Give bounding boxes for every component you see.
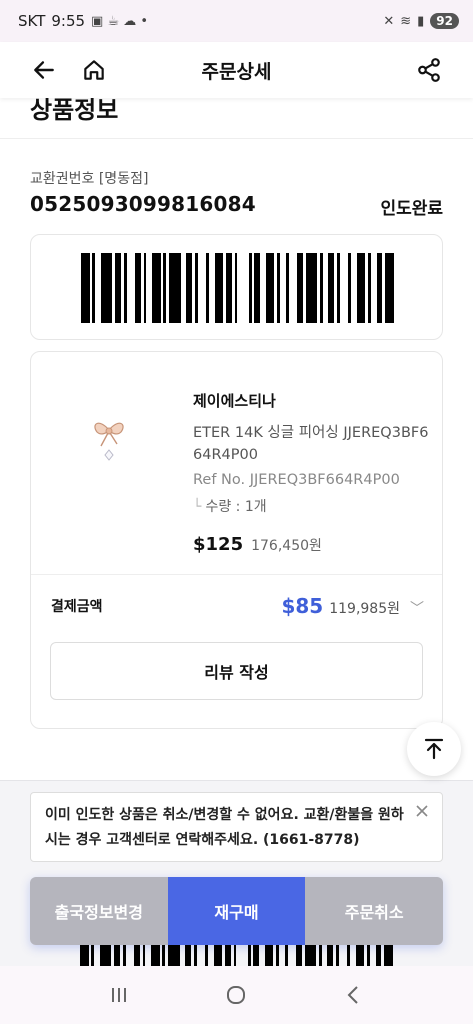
share-icon	[418, 58, 440, 82]
back-button[interactable]	[22, 48, 66, 92]
barcode-stripe	[198, 253, 207, 323]
barcode-peek	[80, 945, 393, 967]
back-nav-button[interactable]	[332, 973, 376, 1017]
corner-glyph: └	[193, 499, 202, 515]
write-review-button[interactable]: 리뷰 작성	[50, 642, 423, 700]
price-row: $125 176,450원	[193, 534, 322, 555]
barcode-stripe	[304, 945, 317, 967]
payment-label: 결제금액	[51, 599, 103, 615]
order-detail-content[interactable]: 상품정보 교환권번호 [명동점] 0525093099816084 인도완료 제…	[0, 98, 473, 780]
reorder-button[interactable]: 재구매	[167, 877, 306, 945]
product-name: ETER 14K 싱글 피어싱 JJEREQ3BF664R4P00	[193, 425, 429, 463]
barcode-stripe	[236, 945, 247, 967]
barcode-stripe	[127, 253, 136, 323]
app-header: 주문상세	[0, 42, 473, 98]
barcode-stripe	[81, 253, 90, 323]
product-quantity-row: └ 수량 : 1개	[193, 496, 267, 516]
action-bar: 출국정보변경 재구매 주문취소	[30, 877, 443, 945]
product-card: 제이에스티나 ETER 14K 싱글 피어싱 JJEREQ3BF664R4P00…	[30, 351, 443, 729]
payment-krw: 119,985원	[329, 601, 400, 617]
barcode-box	[30, 234, 443, 340]
close-icon[interactable]	[412, 801, 432, 821]
barcode-stripe	[80, 945, 89, 967]
barcode-stripe	[264, 945, 274, 967]
barcode-stripe	[339, 945, 348, 967]
barcode-stripe	[340, 253, 349, 323]
bottom-action-area: 이미 인도한 상품은 취소/변경할 수 없어요. 교환/환불을 원하시는 경우 …	[0, 780, 473, 967]
barcode-stripe	[356, 253, 366, 323]
payment-amount-toggle[interactable]: $85 119,985원 ﹀	[281, 594, 424, 618]
status-right: ✕ ≋ ▮ 92	[383, 13, 459, 29]
barcode-stripe	[126, 945, 135, 967]
page-title: 주문상세	[201, 60, 272, 83]
change-departure-button[interactable]: 출국정보변경	[30, 877, 168, 945]
recent-apps-icon	[111, 988, 126, 1002]
barcode-stripe	[213, 945, 223, 967]
home-button[interactable]	[72, 48, 116, 92]
notice-banner: 이미 인도한 상품은 취소/변경할 수 없어요. 교환/환불을 원하시는 경우 …	[30, 792, 443, 862]
barcode-stripe	[99, 945, 112, 967]
recent-apps-button[interactable]	[97, 973, 141, 1017]
card-divider	[31, 574, 442, 575]
barcode-stripe	[385, 253, 394, 323]
product-image	[94, 422, 124, 461]
share-button[interactable]	[407, 48, 451, 92]
wifi-icon: ≋	[400, 13, 412, 29]
price-krw: 176,450원	[251, 538, 322, 554]
home-icon	[84, 60, 104, 80]
signal-icon: ▮	[417, 13, 425, 29]
notice-text: 이미 인도한 상품은 취소/변경할 수 없어요. 교환/환불을 원하시는 경우 …	[45, 807, 404, 848]
price-usd: $125	[193, 534, 244, 555]
barcode-stripe	[265, 253, 275, 323]
barcode	[81, 253, 394, 323]
barcode-stripe	[169, 253, 181, 323]
barcode-stripe	[384, 945, 393, 967]
barcode-stripe	[152, 253, 161, 323]
product-brand: 제이에스티나	[193, 392, 276, 410]
mute-icon: ✕	[383, 13, 395, 29]
home-nav-icon	[227, 986, 246, 1004]
barcode-stripe	[197, 945, 206, 967]
product-ref-no: Ref No. JJEREQ3BF664R4P00	[193, 472, 400, 488]
barcode-stripe	[237, 253, 248, 323]
scroll-top-icon	[424, 738, 444, 760]
cancel-order-button[interactable]: 주문취소	[305, 877, 443, 945]
notification-icons: ▣ ☕ ☁ •	[91, 13, 149, 29]
delivery-status: 인도완료	[380, 199, 443, 219]
product-quantity: 수량 : 1개	[205, 499, 267, 515]
clock: 9:55	[51, 12, 86, 30]
system-nav-bar	[0, 966, 473, 1024]
barcode-stripe	[289, 253, 298, 323]
voucher-number: 0525093099816084	[30, 192, 256, 216]
scroll-top-button[interactable]	[407, 722, 461, 776]
home-nav-button[interactable]	[214, 973, 258, 1017]
payment-usd: $85	[281, 594, 324, 618]
barcode-stripe	[288, 945, 297, 967]
section-divider	[0, 138, 473, 139]
section-title: 상품정보	[30, 98, 119, 124]
chevron-down-icon: ﹀	[410, 601, 424, 617]
barcode-stripe	[355, 945, 365, 967]
voucher-label: 교환권번호 [명동점]	[30, 171, 149, 187]
status-left: SKT 9:55 ▣ ☕ ☁ •	[18, 12, 148, 30]
back-nav-icon	[347, 986, 358, 1004]
battery-badge: 92	[430, 13, 459, 29]
barcode-stripe	[151, 945, 160, 967]
barcode-stripe	[168, 945, 180, 967]
status-bar: SKT 9:55 ▣ ☕ ☁ • ✕ ≋ ▮ 92	[0, 0, 473, 42]
barcode-stripe	[214, 253, 224, 323]
back-arrow-icon	[34, 61, 54, 79]
barcode-stripe	[305, 253, 318, 323]
barcode-stripe	[100, 253, 113, 323]
carrier: SKT	[18, 12, 46, 30]
